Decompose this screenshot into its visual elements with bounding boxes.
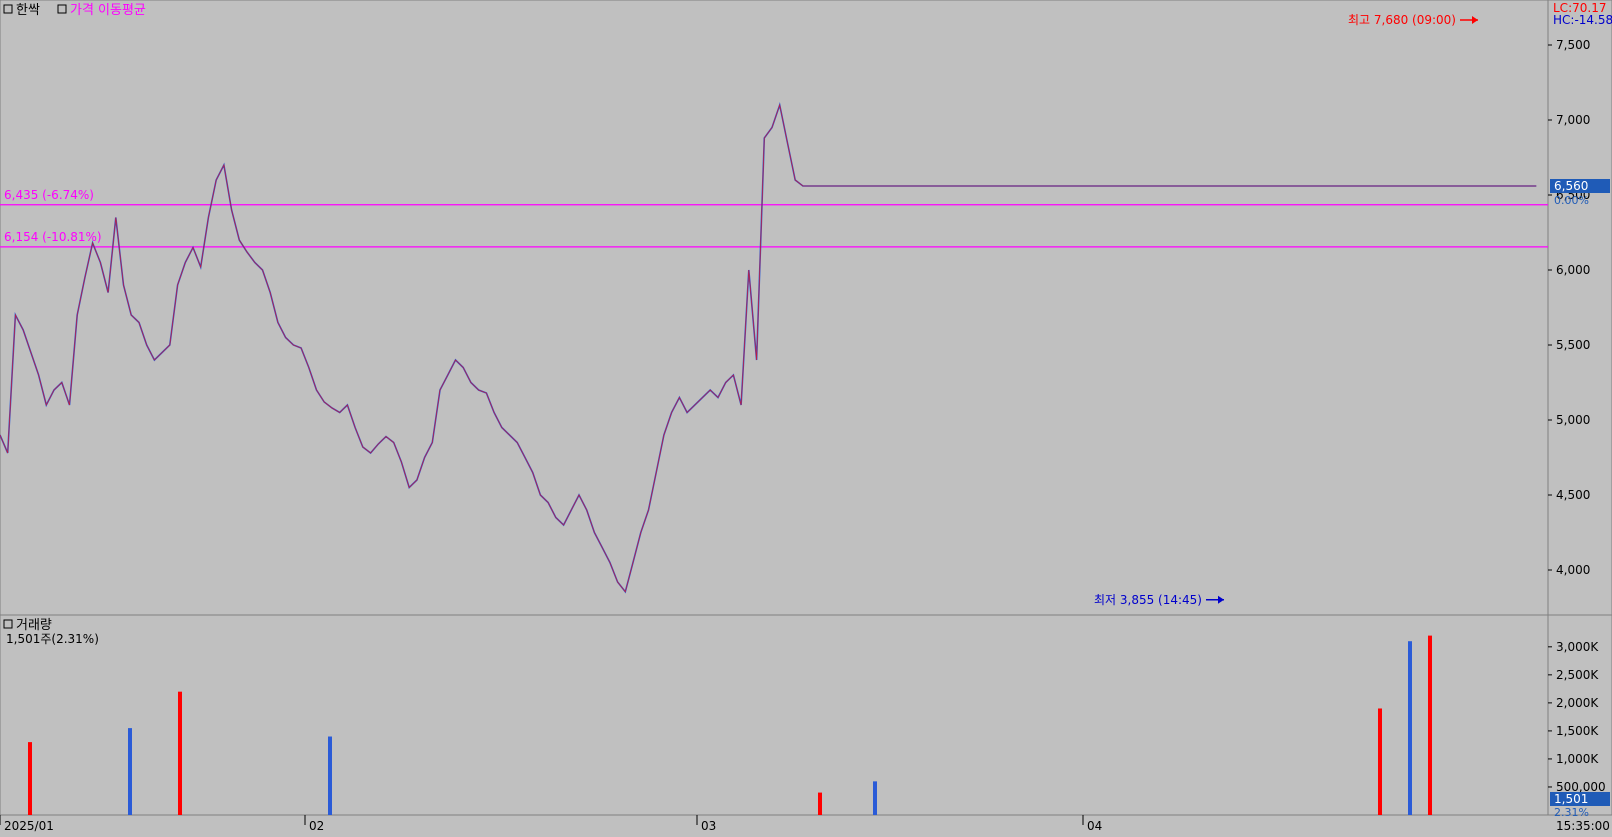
- x-tick-label: 2025/01: [4, 819, 54, 833]
- volume-bar: [1408, 641, 1412, 815]
- header: 한싹 가격 이동평균: [3, 3, 146, 18]
- price-axis: [1547, 0, 1612, 616]
- volume-tick-label: 2,500K: [1556, 668, 1599, 682]
- volume-bar: [1378, 708, 1382, 815]
- volume-panel: [0, 614, 1549, 816]
- stock-chart-window: 한싹 가격 이동평균 LC:70.17 HC:-14.58 4,000 4,500…: [0, 0, 1612, 837]
- price-tick-label: 5,500: [1556, 338, 1590, 352]
- volume-bar: [128, 728, 132, 815]
- current-volume-change: 2.31%: [1554, 806, 1589, 819]
- moving-average-label: 6,154 (-10.81%): [4, 230, 102, 244]
- moving-average-label: 가격 이동평균: [70, 3, 146, 18]
- price-tick-label: 7,000: [1556, 113, 1590, 127]
- time-label: 15:35:00: [1556, 819, 1610, 833]
- current-price-label: 6,560: [1554, 179, 1588, 193]
- volume-bar: [28, 742, 32, 815]
- current-volume-label: 1,501: [1554, 792, 1588, 806]
- volume-bar: [328, 736, 332, 815]
- stock-name: 한싹: [16, 3, 40, 18]
- price-panel: [0, 0, 1549, 616]
- current-price-change: 0.00%: [1554, 194, 1589, 207]
- volume-bar: [1428, 635, 1432, 815]
- volume-tick-label: 3,000K: [1556, 640, 1599, 654]
- stock-chart[interactable]: 한싹 가격 이동평균 LC:70.17 HC:-14.58 4,000 4,500…: [0, 0, 1612, 837]
- hc-label: HC:-14.58: [1553, 13, 1612, 27]
- x-tick-label: 02: [309, 819, 324, 833]
- moving-average-label: 6,435 (-6.74%): [4, 188, 94, 202]
- low-annotation: 최저 3,855 (14:45): [1094, 593, 1202, 607]
- price-tick-label: 5,000: [1556, 413, 1590, 427]
- volume-bar: [818, 792, 822, 815]
- price-tick-label: 4,000: [1556, 563, 1590, 577]
- price-tick-label: 7,500: [1556, 38, 1590, 52]
- high-annotation: 최고 7,680 (09:00): [1348, 13, 1456, 27]
- header-right: LC:70.17 HC:-14.58: [1553, 1, 1612, 27]
- price-tick-label: 6,000: [1556, 263, 1590, 277]
- volume-tick-label: 1,500K: [1556, 724, 1599, 738]
- x-tick-label: 03: [701, 819, 716, 833]
- x-tick-label: 04: [1087, 819, 1102, 833]
- volume-title: 거래량: [16, 618, 52, 633]
- volume-tick-label: 2,000K: [1556, 696, 1599, 710]
- x-axis: 2025/01 02 03 04: [0, 815, 1102, 833]
- volume-bar: [873, 781, 877, 815]
- price-tick-label: 4,500: [1556, 488, 1590, 502]
- volume-bar: [178, 691, 182, 815]
- volume-tick-label: 1,000K: [1556, 752, 1599, 766]
- volume-current: 1,501주(2.31%): [6, 632, 99, 646]
